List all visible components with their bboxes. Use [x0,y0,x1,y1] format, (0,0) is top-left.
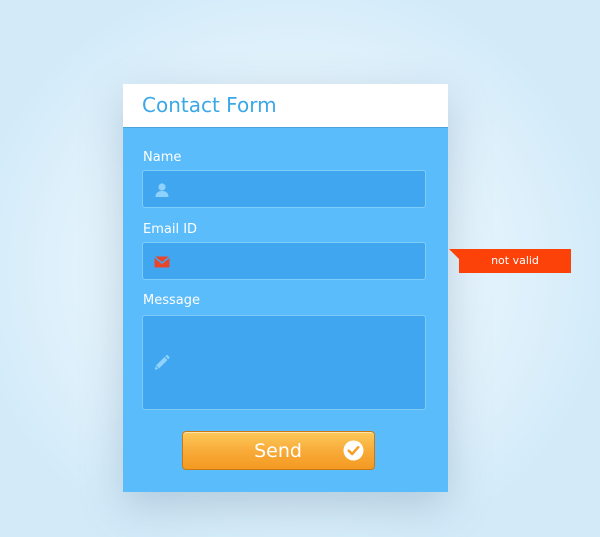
message-field[interactable] [142,315,426,410]
email-field[interactable] [142,242,426,280]
email-error-tooltip: not valid [459,249,571,273]
name-field[interactable] [142,170,426,208]
form-header: Contact Form [123,84,448,128]
contact-form-card: Contact Form Name Email ID Message Send [123,84,448,492]
envelope-icon [154,256,170,268]
send-button[interactable]: Send [182,431,375,470]
email-input[interactable] [185,243,417,279]
check-circle-icon [343,440,364,461]
message-label: Message [143,293,200,308]
pencil-icon [154,354,170,370]
error-tooltip-tail [449,249,459,259]
name-input[interactable] [185,171,417,207]
email-label: Email ID [143,222,198,237]
user-icon [155,183,169,197]
message-textarea[interactable] [185,324,417,409]
form-title: Contact Form [142,93,277,117]
name-label: Name [143,150,182,165]
